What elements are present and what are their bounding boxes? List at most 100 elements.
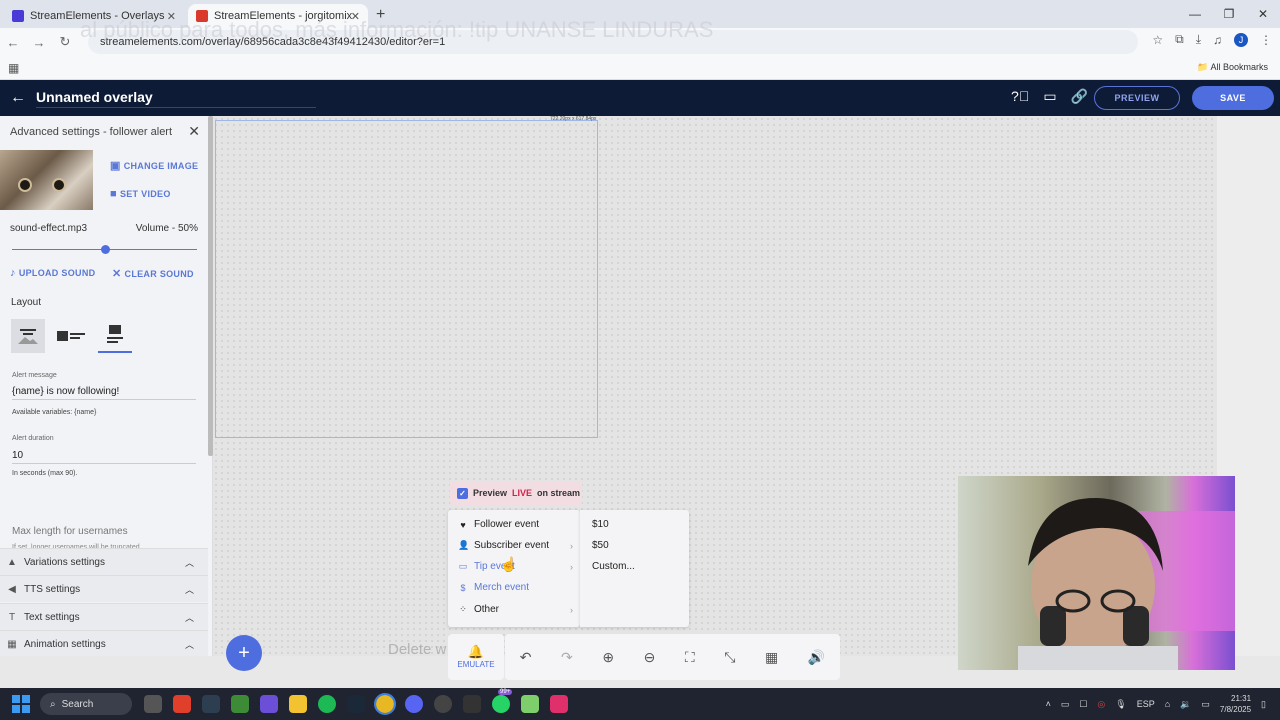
network-icon[interactable]: ⌂: [1165, 699, 1170, 709]
layout-option-side[interactable]: [54, 319, 88, 353]
upload-sound-button[interactable]: ♪ UPLOAD SOUND: [10, 267, 95, 279]
volume-slider-handle[interactable]: [100, 245, 110, 254]
browser-tab-editor[interactable]: StreamElements - jorgitomix ✕: [188, 4, 368, 28]
address-bar[interactable]: streamelements.com/overlay/68956cada3c8e…: [88, 30, 1138, 54]
file-explorer-icon[interactable]: [289, 695, 307, 713]
alert-image-thumbnail[interactable]: [0, 150, 93, 210]
preview-live-toggle[interactable]: ✓ Preview LIVE on stream: [450, 481, 582, 505]
app-pink-icon[interactable]: [550, 695, 568, 713]
language-indicator[interactable]: ESP: [1137, 699, 1155, 709]
change-image-button[interactable]: ▣ CHANGE IMAGE: [110, 159, 198, 172]
menu-item-subscriber-event[interactable]: 👤 Subscriber event ›: [458, 540, 573, 551]
task-view-icon[interactable]: [144, 695, 162, 713]
save-button[interactable]: SAVE: [1192, 86, 1274, 110]
layout-option-image-top[interactable]: [11, 319, 45, 353]
app-purple-icon[interactable]: [260, 695, 278, 713]
download-icon[interactable]: ⤓: [1196, 32, 1201, 47]
overlay-title[interactable]: Unnamed overlay: [36, 89, 316, 108]
streamelements-favicon-icon: [196, 10, 208, 22]
windows-start-icon[interactable]: [12, 695, 30, 713]
tray-expand-icon[interactable]: ˄: [1046, 699, 1051, 709]
battery-icon[interactable]: ▭: [1201, 699, 1210, 710]
tip-amount-submenu: $10 $50 Custom...: [580, 510, 689, 627]
app-dark-icon[interactable]: [202, 695, 220, 713]
app-green-cube-icon[interactable]: [521, 695, 539, 713]
reload-icon[interactable]: ↻: [52, 34, 78, 50]
close-tab-icon[interactable]: ✕: [351, 10, 360, 23]
new-tab-icon[interactable]: +: [376, 6, 385, 24]
grid-icon[interactable]: ▦: [765, 649, 778, 666]
clear-sound-button[interactable]: ✕ CLEAR SOUND: [112, 267, 194, 280]
tts-settings-section[interactable]: ◀ TTS settings ︿: [0, 575, 208, 602]
minimize-icon[interactable]: —: [1178, 7, 1212, 21]
clear-sound-label: CLEAR SOUND: [124, 268, 194, 279]
app-gray-icon[interactable]: [463, 695, 481, 713]
menu-item-merch-event[interactable]: $ Merch event: [458, 582, 573, 593]
restore-icon[interactable]: ❐: [1212, 7, 1246, 21]
animation-settings-section[interactable]: ▦ Animation settings ︿: [0, 630, 208, 656]
menu-item-other[interactable]: ⁘ Other ›: [458, 604, 573, 615]
taskbar-search[interactable]: ⌕ Search: [40, 693, 132, 715]
obs-icon[interactable]: [434, 695, 452, 713]
monitor-icon[interactable]: ▭: [1043, 88, 1056, 105]
set-video-button[interactable]: ■ SET VIDEO: [110, 188, 171, 200]
extensions-icon[interactable]: ⧉: [1175, 32, 1184, 47]
submenu-item-10[interactable]: $10: [592, 519, 609, 530]
back-icon[interactable]: ←: [0, 35, 26, 50]
fit-screen-icon[interactable]: ⛶: [685, 649, 695, 666]
notifications-icon[interactable]: ▯: [1261, 699, 1266, 710]
microphone-icon[interactable]: 🎙: [1115, 699, 1126, 710]
zoom-in-icon[interactable]: ⊕: [602, 649, 614, 666]
back-arrow-icon[interactable]: ←: [10, 89, 30, 107]
add-widget-button[interactable]: +: [226, 635, 262, 671]
close-window-icon[interactable]: ✕: [1246, 7, 1280, 21]
text-settings-section[interactable]: T Text settings ︿: [0, 603, 208, 630]
tray-app-icon[interactable]: ☐: [1079, 699, 1087, 710]
minecraft-icon[interactable]: [231, 695, 249, 713]
spotify-icon[interactable]: [318, 695, 336, 713]
media-icon[interactable]: ♫: [1213, 33, 1222, 47]
app-red-diamond-icon[interactable]: [173, 695, 191, 713]
tray-app-icon[interactable]: ◎: [1097, 699, 1105, 710]
emulate-button[interactable]: 🔔 EMULATE: [448, 634, 504, 680]
preview-button[interactable]: PREVIEW: [1094, 86, 1180, 110]
close-icon[interactable]: ✕: [188, 123, 200, 140]
undo-icon[interactable]: ↶: [520, 649, 532, 666]
shrink-icon[interactable]: ⤡: [724, 649, 735, 666]
zoom-out-icon[interactable]: ⊖: [644, 649, 656, 666]
apps-grid-icon[interactable]: ▦: [8, 61, 19, 75]
volume-tray-icon[interactable]: 🔉: [1180, 699, 1191, 710]
bookmark-star-icon[interactable]: ☆: [1152, 33, 1163, 47]
whatsapp-icon[interactable]: 99+: [492, 689, 513, 713]
help-icon[interactable]: ?⃝: [1011, 88, 1029, 105]
chrome-icon[interactable]: [374, 693, 396, 715]
steam-icon[interactable]: [347, 695, 365, 713]
link-icon[interactable]: 🔗: [1071, 88, 1088, 105]
menu-item-label: Merch event: [474, 582, 530, 593]
max-length-label: Max length for usernames: [12, 526, 128, 537]
submenu-item-50[interactable]: $50: [592, 540, 609, 551]
checkbox-checked-icon[interactable]: ✓: [457, 487, 468, 499]
submenu-item-custom[interactable]: Custom...: [592, 561, 635, 572]
clock[interactable]: 21:31 7/8/2025: [1220, 693, 1251, 715]
search-icon: ⌕: [50, 698, 56, 710]
all-bookmarks-label: All Bookmarks: [1210, 62, 1268, 72]
profile-avatar[interactable]: J: [1234, 32, 1248, 47]
close-tab-icon[interactable]: ✕: [167, 10, 176, 23]
browser-tab-overlays[interactable]: StreamElements - Overlays ✕: [4, 4, 184, 28]
menu-item-follower-event[interactable]: ♥ Follower event: [458, 519, 573, 530]
widget-selection-box[interactable]: [215, 120, 598, 438]
forward-icon[interactable]: →: [26, 35, 52, 50]
section-label: TTS settings: [24, 583, 81, 595]
variations-settings-section[interactable]: ▲ Variations settings ︿: [0, 548, 208, 575]
all-bookmarks[interactable]: 📁 All Bookmarks: [1197, 62, 1268, 73]
tray-app-icon[interactable]: ▭: [1061, 699, 1070, 710]
webcam-feed: [958, 476, 1235, 670]
alert-duration-input[interactable]: 10: [12, 450, 196, 464]
layout-option-image-above[interactable]: [98, 319, 132, 353]
sound-icon[interactable]: 🔊: [808, 649, 825, 666]
menu-kebab-icon[interactable]: ⋮: [1260, 33, 1272, 47]
alert-message-input[interactable]: {name} is now following!: [12, 386, 196, 400]
discord-icon[interactable]: [405, 695, 423, 713]
redo-icon[interactable]: ↷: [561, 649, 573, 666]
